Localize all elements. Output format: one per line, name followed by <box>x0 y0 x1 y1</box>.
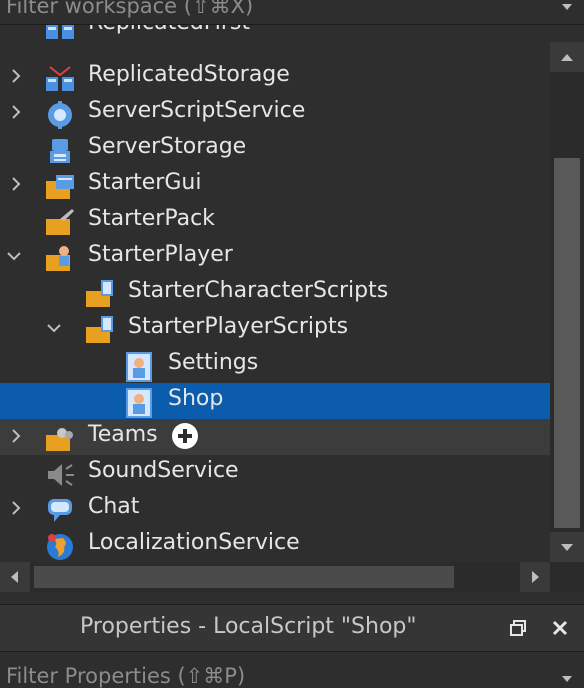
arrow-left-icon <box>11 571 18 583</box>
tree-item-label: StarterPlayerScripts <box>128 314 349 339</box>
chat-icon <box>48 499 72 522</box>
server-script-service-icon <box>48 101 72 129</box>
chevron-right-icon[interactable] <box>8 176 24 192</box>
tree-item-chat[interactable]: Chat <box>0 491 550 527</box>
explorer-horizontal-scrollbar[interactable] <box>0 562 550 592</box>
workspace-filter-bar[interactable]: Filter workspace (⇧⌘X) <box>0 0 584 25</box>
scroll-left-button[interactable] <box>0 562 30 592</box>
starter-gui-icon <box>46 175 74 199</box>
tree-item-starter-gui[interactable]: StarterGui <box>0 167 550 203</box>
sound-service-icon <box>48 464 74 486</box>
tree-item-label: Teams <box>88 422 158 447</box>
chevron-right-icon[interactable] <box>8 500 24 516</box>
chevron-down-icon[interactable] <box>6 248 22 264</box>
tree-item-teams[interactable]: Teams <box>0 419 550 455</box>
scrollbar-corner <box>550 562 584 592</box>
starter-character-scripts-icon <box>86 280 113 307</box>
explorer-vertical-scrollbar[interactable] <box>550 42 584 562</box>
tree-item-replicated-storage[interactable]: ReplicatedStorage <box>0 59 550 95</box>
arrow-right-icon <box>532 571 539 583</box>
tree-item-localization-service[interactable]: LocalizationService <box>0 527 550 562</box>
tree-item-label: StarterCharacterScripts <box>128 278 389 303</box>
tree-item-starter-player[interactable]: StarterPlayer <box>0 239 550 275</box>
teams-icon <box>46 428 73 451</box>
tree-item-label: StarterGui <box>88 170 202 195</box>
tree-item-label: ReplicatedStorage <box>88 62 290 87</box>
restore-window-icon[interactable] <box>508 618 528 638</box>
filter-dropdown-icon[interactable] <box>562 4 572 10</box>
properties-panel-title: Properties - LocalScript "Shop" <box>80 614 417 639</box>
tree-item-replicated-first[interactable]: ReplicatedFirst <box>0 25 550 43</box>
close-icon[interactable] <box>550 618 570 638</box>
tree-item-label: Chat <box>88 494 140 519</box>
explorer-tree: ReplicatedFirst ReplicatedStorage Server… <box>0 25 550 562</box>
properties-filter-bar[interactable]: Filter Properties (⇧⌘P) <box>0 651 584 688</box>
tree-item-label: StarterPack <box>88 206 215 231</box>
chevron-right-icon[interactable] <box>8 68 24 84</box>
localization-service-icon <box>47 534 73 560</box>
chevron-right-icon[interactable] <box>8 104 24 120</box>
arrow-up-icon <box>561 54 573 61</box>
scroll-thumb[interactable] <box>34 566 454 588</box>
starter-player-icon <box>46 246 70 271</box>
tree-item-label: ReplicatedFirst <box>88 25 250 35</box>
tree-item-label: StarterPlayer <box>88 242 233 267</box>
local-script-icon <box>126 388 152 418</box>
starter-pack-icon <box>46 209 74 235</box>
starter-player-scripts-icon <box>86 316 113 343</box>
server-storage-icon <box>50 139 70 163</box>
scroll-right-button[interactable] <box>520 562 550 592</box>
arrow-down-icon <box>561 544 573 551</box>
tree-item-label: Shop <box>168 386 224 411</box>
filter-dropdown-icon[interactable] <box>562 676 572 682</box>
replicated-first-icon <box>46 25 74 39</box>
add-object-icon[interactable] <box>170 421 200 451</box>
scroll-up-button[interactable] <box>550 42 584 72</box>
tree-item-label: ServerScriptService <box>88 98 306 123</box>
chevron-right-icon[interactable] <box>8 428 24 444</box>
scroll-down-button[interactable] <box>550 532 584 562</box>
tree-item-starter-pack[interactable]: StarterPack <box>0 203 550 239</box>
properties-panel-header: Properties - LocalScript "Shop" <box>0 604 584 651</box>
scroll-thumb[interactable] <box>554 158 580 528</box>
tree-item-server-storage[interactable]: ServerStorage <box>0 131 550 167</box>
tree-item-starter-player-scripts[interactable]: StarterPlayerScripts <box>0 311 550 347</box>
tree-item-label: LocalizationService <box>88 530 300 555</box>
chevron-down-icon[interactable] <box>46 320 62 336</box>
workspace-filter-input[interactable]: Filter workspace (⇧⌘X) <box>6 0 253 18</box>
tree-item-settings[interactable]: Settings <box>0 347 550 383</box>
local-script-icon <box>126 352 152 382</box>
tree-item-label: SoundService <box>88 458 239 483</box>
replicated-storage-icon <box>46 66 74 91</box>
tree-item-shop[interactable]: Shop <box>0 383 550 419</box>
properties-filter-input[interactable]: Filter Properties (⇧⌘P) <box>6 664 245 688</box>
tree-item-sound-service[interactable]: SoundService <box>0 455 550 491</box>
tree-item-label: Settings <box>168 350 259 375</box>
tree-item-starter-character-scripts[interactable]: StarterCharacterScripts <box>0 275 550 311</box>
tree-item-server-script-service[interactable]: ServerScriptService <box>0 95 550 131</box>
tree-item-label: ServerStorage <box>88 134 247 159</box>
